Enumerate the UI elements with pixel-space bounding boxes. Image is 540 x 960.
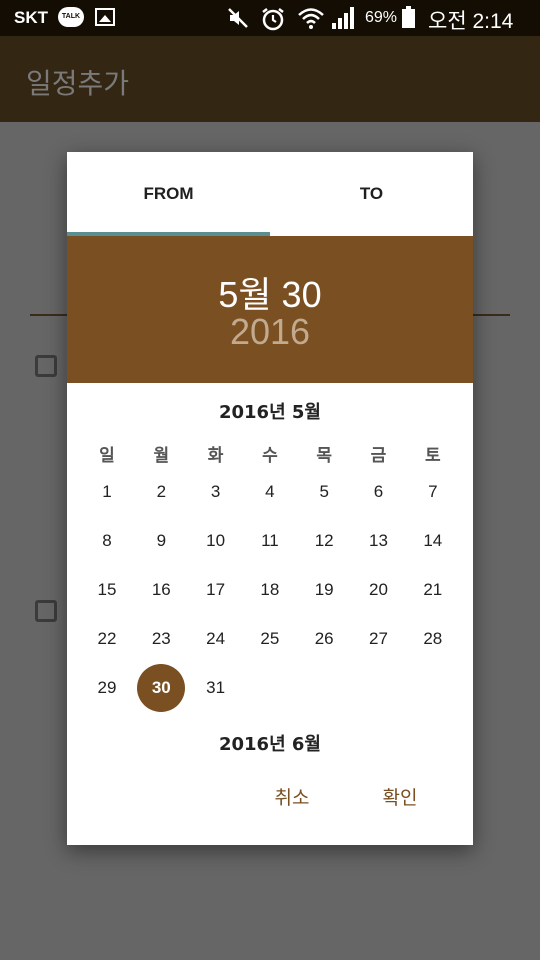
calendar-day[interactable]: 3 bbox=[189, 468, 243, 516]
calendar-day[interactable]: 13 bbox=[352, 517, 406, 565]
talk-icon: TALK bbox=[58, 7, 84, 27]
calendar-day-number: 21 bbox=[423, 580, 443, 599]
calendar-day-number: 8 bbox=[102, 531, 112, 550]
calendar-day-number: 14 bbox=[423, 531, 443, 550]
alarm-icon bbox=[262, 8, 284, 31]
calendar-day-number: 5 bbox=[319, 482, 329, 501]
calendar-day-number: 17 bbox=[206, 580, 226, 599]
weekday-label: 금 bbox=[370, 446, 387, 466]
month-title: 2016년 5월 bbox=[218, 402, 321, 423]
calendar-day-number: 30 bbox=[151, 678, 171, 697]
calendar-day[interactable]: 25 bbox=[243, 615, 297, 663]
date-picker-dialog: FROM TO 5월 30 2016 2016년 5월 일월화수목금토 1234… bbox=[67, 152, 473, 845]
calendar-day[interactable]: 17 bbox=[189, 566, 243, 614]
calendar-day[interactable]: 11 bbox=[243, 517, 297, 565]
calendar-day[interactable]: 26 bbox=[297, 615, 351, 663]
calendar-day[interactable]: 29 bbox=[80, 664, 134, 712]
calendar-day[interactable]: 18 bbox=[243, 566, 297, 614]
tab-to[interactable]: TO bbox=[270, 152, 473, 236]
weekday-label: 토 bbox=[424, 446, 441, 466]
gallery-icon bbox=[95, 8, 115, 26]
calendar-day-number: 13 bbox=[369, 531, 388, 550]
selected-date-header: 5월 30 2016 bbox=[67, 236, 473, 383]
calendar-day[interactable]: 20 bbox=[352, 566, 406, 614]
calendar-day[interactable]: 14 bbox=[406, 517, 460, 565]
calendar-day[interactable]: 23 bbox=[134, 615, 188, 663]
calendar-day-number: 19 bbox=[314, 580, 334, 599]
calendar-day-number: 23 bbox=[151, 629, 171, 648]
calendar-day-number: 18 bbox=[260, 580, 280, 599]
carrier-label: SKT bbox=[14, 8, 48, 27]
calendar-day-number: 26 bbox=[314, 629, 334, 648]
calendar-day[interactable]: 8 bbox=[80, 517, 134, 565]
calendar-day-number: 15 bbox=[97, 580, 117, 599]
calendar-day-number: 29 bbox=[97, 678, 117, 697]
signal-icon bbox=[332, 7, 354, 29]
tab-from[interactable]: FROM bbox=[67, 152, 270, 236]
calendar-day[interactable]: 12 bbox=[297, 517, 351, 565]
calendar-day[interactable]: 19 bbox=[297, 566, 351, 614]
calendar-day-number: 28 bbox=[423, 629, 443, 648]
weekday-label: 수 bbox=[262, 446, 278, 466]
calendar-day[interactable]: 10 bbox=[189, 517, 243, 565]
weekday-header: 일월화수목금토 bbox=[80, 441, 460, 466]
calendar-day-number: 11 bbox=[261, 531, 279, 550]
page-title: 일정추가 bbox=[26, 67, 130, 100]
calendar-day-number: 25 bbox=[260, 629, 280, 648]
calendar-day-number: 20 bbox=[369, 580, 388, 599]
weekday-label: 월 bbox=[153, 446, 170, 466]
calendar-day-number: 16 bbox=[151, 580, 171, 599]
calendar-day[interactable]: 5 bbox=[297, 468, 351, 516]
selected-year-label[interactable]: 2016 bbox=[67, 311, 473, 353]
calendar-day[interactable]: 31 bbox=[189, 664, 243, 712]
calendar-day-number: 4 bbox=[265, 482, 275, 501]
battery-percent: 69% bbox=[365, 9, 398, 26]
calendar-day[interactable]: 9 bbox=[134, 517, 188, 565]
next-month-title: 2016년 6월 bbox=[218, 734, 321, 755]
calendar-day[interactable]: 27 bbox=[352, 615, 406, 663]
calendar-day-number: 2 bbox=[156, 482, 167, 501]
cancel-button[interactable]: 취소 bbox=[262, 780, 322, 816]
wifi-icon bbox=[298, 8, 324, 29]
calendar-day-selected[interactable]: 30 bbox=[134, 664, 188, 712]
background-checkbox bbox=[35, 355, 57, 377]
calendar-day-number: 31 bbox=[206, 678, 226, 697]
calendar-day[interactable]: 4 bbox=[243, 468, 297, 516]
calendar-day[interactable]: 6 bbox=[352, 468, 406, 516]
calendar-day-number: 9 bbox=[156, 531, 167, 550]
calendar-day[interactable]: 15 bbox=[80, 566, 134, 614]
ok-button[interactable]: 확인 bbox=[370, 780, 430, 816]
battery-icon bbox=[402, 6, 415, 28]
calendar-day-number: 3 bbox=[210, 482, 221, 501]
app-bar: 일정추가 bbox=[0, 36, 540, 122]
calendar-day[interactable]: 24 bbox=[189, 615, 243, 663]
calendar-day-number: 27 bbox=[369, 629, 388, 648]
status-bar: SKT TALK 69% 오전 2:14 bbox=[0, 0, 540, 36]
calendar-day[interactable]: 2 bbox=[134, 468, 188, 516]
background-checkbox bbox=[35, 600, 57, 622]
calendar-day[interactable]: 28 bbox=[406, 615, 460, 663]
weekday-label: 목 bbox=[316, 446, 332, 466]
weekday-label: 일 bbox=[99, 446, 115, 466]
calendar-day-number: 10 bbox=[206, 531, 226, 550]
calendar-day[interactable]: 21 bbox=[406, 566, 460, 614]
calendar-day[interactable]: 1 bbox=[80, 468, 134, 516]
calendar-day-number: 1 bbox=[102, 482, 112, 501]
range-tabs: FROM TO bbox=[67, 152, 473, 236]
weekday-label: 화 bbox=[207, 446, 224, 466]
status-clock: 오전 2:14 bbox=[428, 10, 514, 33]
calendar-day-number: 12 bbox=[314, 531, 334, 550]
calendar-day-number: 24 bbox=[206, 629, 226, 648]
calendar-day-number: 6 bbox=[373, 482, 384, 501]
calendar-day-number: 7 bbox=[428, 482, 438, 501]
calendar-day-number: 22 bbox=[97, 629, 117, 648]
calendar-day[interactable]: 22 bbox=[80, 615, 134, 663]
calendar-day[interactable]: 16 bbox=[134, 566, 188, 614]
mute-icon bbox=[228, 8, 248, 28]
calendar-day[interactable]: 7 bbox=[406, 468, 460, 516]
